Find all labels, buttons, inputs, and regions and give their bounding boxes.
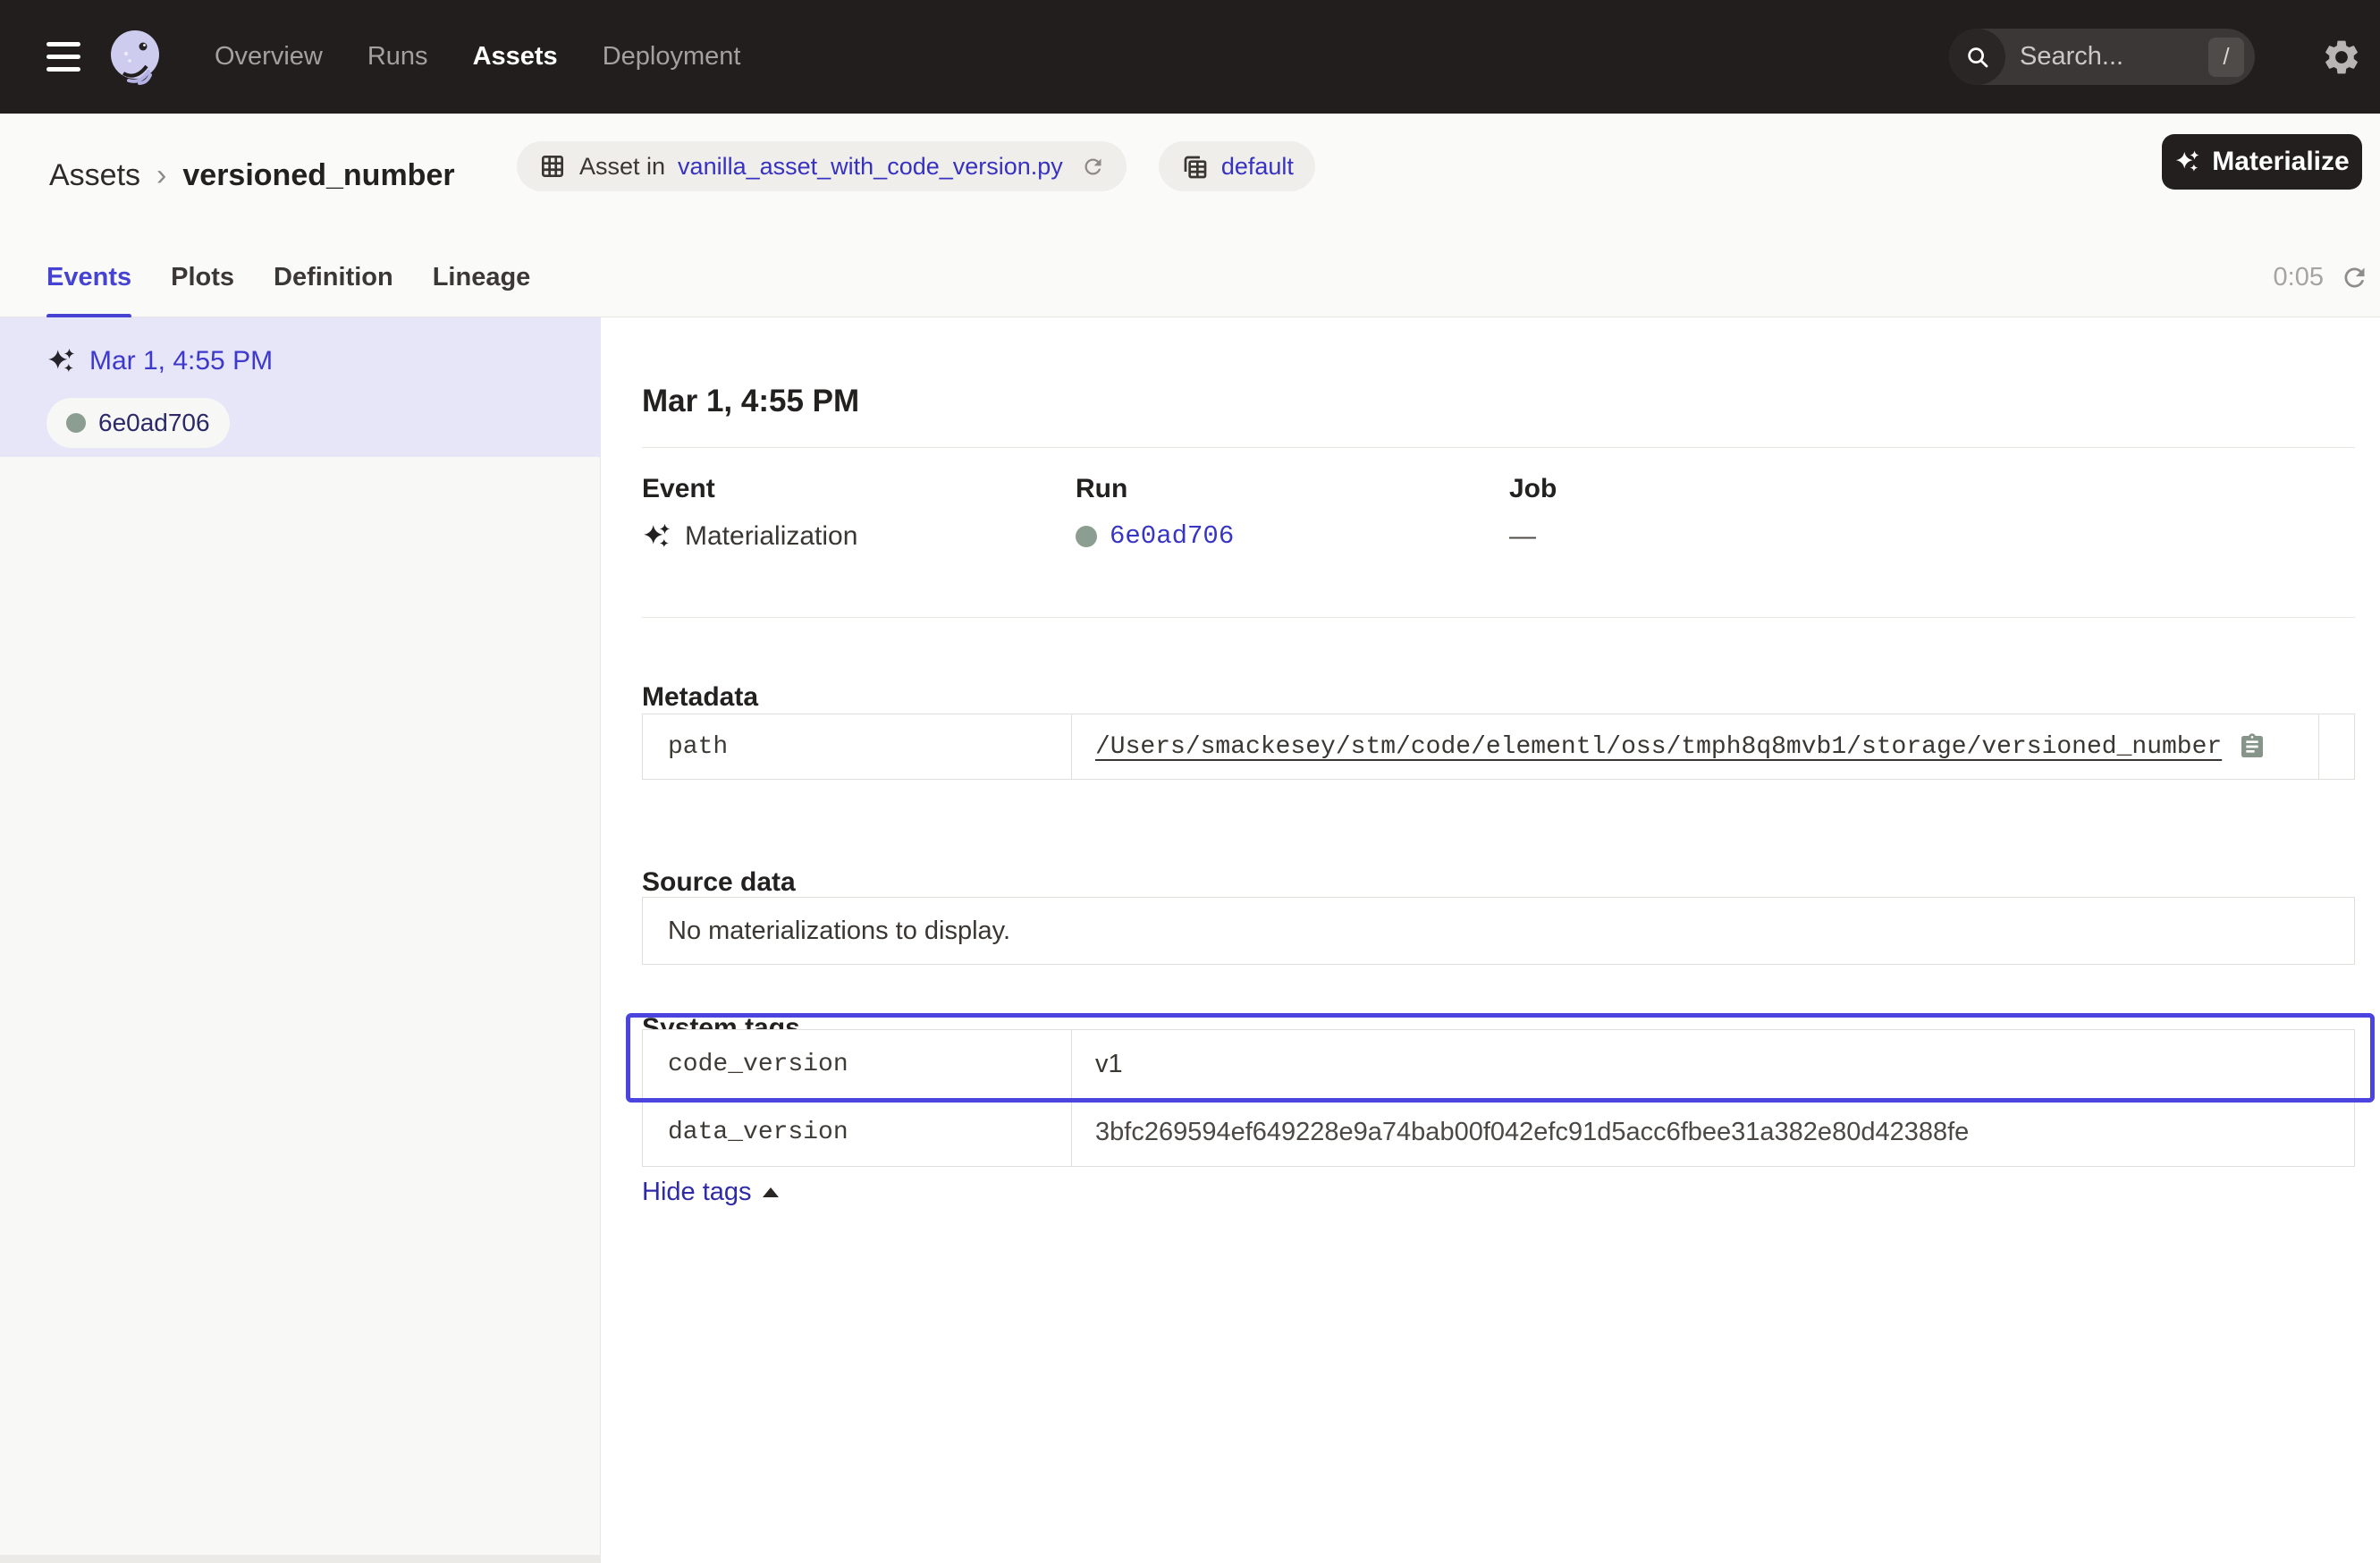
- table-gutter: [2318, 714, 2354, 779]
- collapse-triangle-icon: [763, 1187, 779, 1197]
- tag-key: code_version: [643, 1030, 1072, 1098]
- table-row-code-version: code_version v1: [643, 1030, 2354, 1098]
- tab-lineage[interactable]: Lineage: [433, 237, 531, 317]
- events-sidebar: Mar 1, 4:55 PM 6e0ad706: [0, 317, 601, 1563]
- menu-icon[interactable]: [46, 42, 80, 72]
- job-value-text: —: [1509, 521, 1536, 552]
- dagster-asset-page: Overview Runs Assets Deployment / Assets…: [0, 0, 2380, 1563]
- asset-tabs-row: Events Plots Definition Lineage 0:05: [0, 237, 2380, 317]
- run-id-link[interactable]: 6e0ad706: [1110, 521, 1234, 551]
- nav-item-deployment[interactable]: Deployment: [603, 42, 741, 72]
- sidebar-bottom-strip: [0, 1555, 600, 1563]
- tag-key: data_version: [643, 1099, 1072, 1166]
- metadata-table: path /Users/smackesey/stm/code/elementl/…: [642, 714, 2355, 780]
- asset-chip-prefix: Asset in: [579, 153, 665, 181]
- event-type-text: Materialization: [685, 521, 857, 552]
- group-default-link[interactable]: default: [1221, 153, 1294, 181]
- nav-item-assets[interactable]: Assets: [473, 42, 558, 72]
- tag-value: v1: [1072, 1030, 2354, 1098]
- asset-file-link[interactable]: vanilla_asset_with_code_version.py: [678, 153, 1063, 181]
- run-column-label: Run: [1076, 474, 1127, 504]
- asset-definition-chip: Asset in vanilla_asset_with_code_version…: [517, 141, 1127, 191]
- materialization-sparkle-icon: [642, 521, 672, 552]
- system-tags-section: code_version v1 data_version 3bfc269594e…: [642, 1029, 2355, 1167]
- nav-item-overview[interactable]: Overview: [215, 42, 323, 72]
- asset-header: Assets › versioned_number Asset in vanil…: [0, 114, 2380, 237]
- metadata-heading: Metadata: [642, 682, 758, 713]
- table-row-data-version: data_version 3bfc269594ef649228e9a74bab0…: [643, 1098, 2354, 1166]
- path-link[interactable]: /Users/smackesey/stm/code/elementl/oss/t…: [1095, 733, 2222, 761]
- settings-gear-icon[interactable]: [2321, 37, 2362, 78]
- run-value: 6e0ad706: [1076, 521, 1234, 551]
- event-list-item-selected[interactable]: Mar 1, 4:55 PM 6e0ad706: [0, 317, 601, 457]
- asset-group-icon: [1180, 152, 1209, 181]
- event-timestamp: Mar 1, 4:55 PM: [89, 346, 273, 376]
- asset-tabs: Events Plots Definition Lineage: [46, 237, 530, 317]
- metadata-value: /Users/smackesey/stm/code/elementl/oss/t…: [1072, 714, 2318, 779]
- search-shortcut-badge: /: [2208, 38, 2244, 77]
- table-row: path /Users/smackesey/stm/code/elementl/…: [643, 714, 2354, 779]
- copy-path-icon[interactable]: [2238, 732, 2266, 761]
- run-chip-id: 6e0ad706: [98, 409, 210, 437]
- system-tags-table: code_version v1 data_version 3bfc269594e…: [642, 1029, 2355, 1167]
- search-input[interactable]: [2018, 41, 2179, 72]
- metadata-key: path: [643, 714, 1072, 779]
- asset-table-icon: [538, 152, 567, 181]
- materialize-button[interactable]: Materialize: [2162, 134, 2362, 190]
- breadcrumb-separator: ›: [156, 158, 166, 193]
- event-column-label: Event: [642, 474, 715, 504]
- hide-tags-link[interactable]: Hide tags: [642, 1178, 779, 1207]
- asset-group-chip: default: [1159, 141, 1315, 191]
- dagster-logo-icon[interactable]: [105, 27, 165, 86]
- refresh-countdown: 0:05: [2274, 263, 2324, 292]
- materialization-sparkle-icon: [46, 346, 77, 376]
- run-status-dot: [66, 413, 86, 433]
- page-title: versioned_number: [182, 158, 454, 193]
- divider: [642, 617, 2355, 618]
- run-chip[interactable]: 6e0ad706: [46, 398, 230, 448]
- refresh-icon[interactable]: [2340, 263, 2369, 292]
- breadcrumb: Assets › versioned_number: [49, 114, 455, 237]
- event-detail-panel: Mar 1, 4:55 PM Event Run Job Materializa…: [601, 317, 2380, 1563]
- tab-definition[interactable]: Definition: [274, 237, 393, 317]
- event-timestamp-row: Mar 1, 4:55 PM: [46, 346, 273, 376]
- job-value: —: [1509, 521, 1536, 552]
- hide-tags-label: Hide tags: [642, 1178, 752, 1207]
- nav-item-runs[interactable]: Runs: [367, 42, 428, 72]
- global-search[interactable]: /: [1949, 29, 2255, 85]
- tab-plots[interactable]: Plots: [171, 237, 234, 317]
- materialize-button-label: Materialize: [2212, 147, 2349, 177]
- event-detail-title: Mar 1, 4:55 PM: [642, 384, 859, 419]
- breadcrumb-assets-link[interactable]: Assets: [49, 158, 140, 193]
- primary-nav: Overview Runs Assets Deployment: [215, 0, 740, 114]
- run-status-dot: [1076, 526, 1097, 547]
- source-data-heading: Source data: [642, 867, 796, 898]
- auto-refresh-timer: 0:05: [2274, 237, 2369, 317]
- divider: [642, 447, 2355, 448]
- content-area: Mar 1, 4:55 PM 6e0ad706 Mar 1, 4:55 PM E…: [0, 317, 2380, 1563]
- top-nav: Overview Runs Assets Deployment /: [0, 0, 2380, 114]
- source-data-empty-message: No materializations to display.: [668, 917, 1010, 946]
- reload-definition-icon[interactable]: [1081, 155, 1105, 179]
- event-type-value: Materialization: [642, 521, 857, 552]
- header-chips: Asset in vanilla_asset_with_code_version…: [517, 141, 1315, 191]
- tag-value: 3bfc269594ef649228e9a74bab00f042efc91d5a…: [1072, 1099, 2354, 1166]
- job-column-label: Job: [1509, 474, 1557, 504]
- sparkle-icon: [2174, 148, 2201, 175]
- source-data-empty-box: No materializations to display.: [642, 897, 2355, 965]
- tab-events[interactable]: Events: [46, 237, 131, 317]
- search-icon: [1949, 29, 2005, 85]
